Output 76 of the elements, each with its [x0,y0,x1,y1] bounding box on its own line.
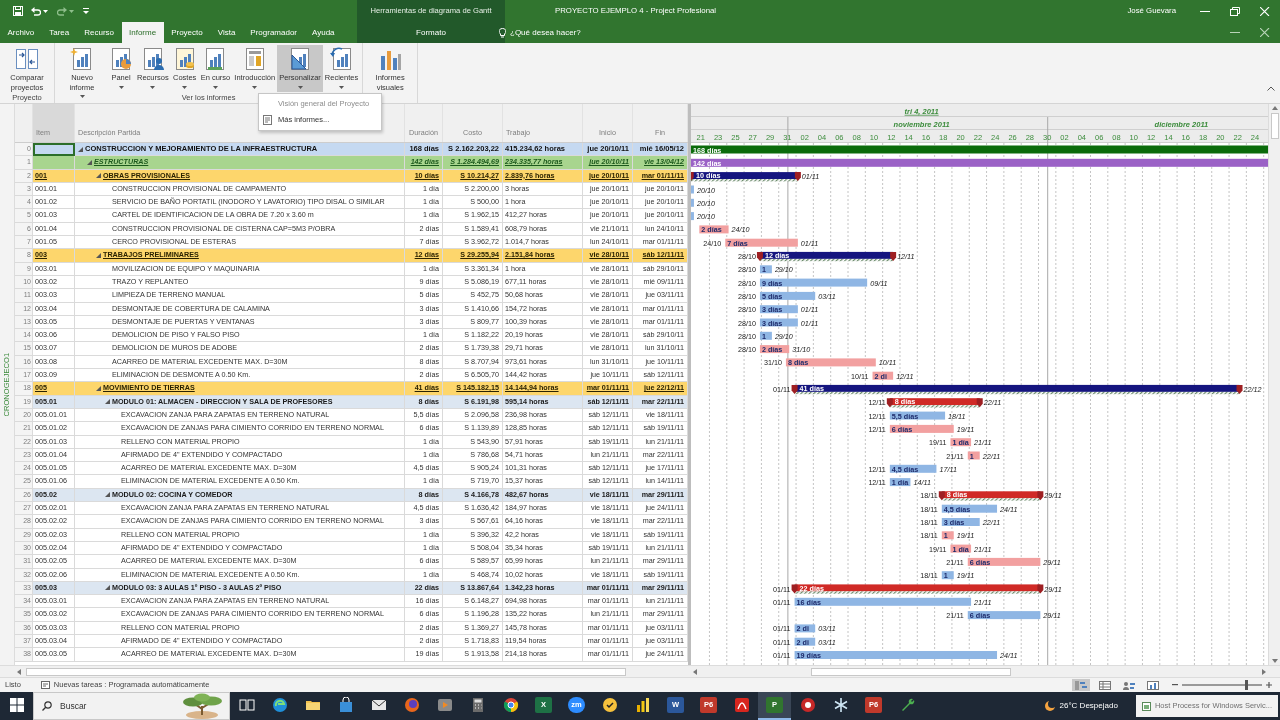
restore-icon [1230,6,1240,16]
four-squares-icon [9,698,24,712]
column-chart-icon [634,697,651,713]
collapse-triangle-icon[interactable] [87,159,92,165]
fox-globe-icon [403,697,420,713]
view-button[interactable] [1144,679,1162,691]
scroll-left-icon[interactable] [693,668,697,675]
item-code-cell[interactable] [33,143,75,157]
scroll-thumb[interactable] [811,667,1011,676]
customize-caret-icon[interactable] [83,8,89,14]
save-icon[interactable] [13,6,23,16]
project-bar[interactable] [691,145,1268,154]
scroll-up-icon[interactable] [1271,106,1278,110]
caret-icon[interactable] [69,9,74,13]
collapse-triangle-icon[interactable] [96,253,101,258]
check-circle-icon [601,697,618,713]
scroll-left-icon[interactable] [17,668,21,675]
task-mode-icon[interactable] [40,681,50,689]
view-button[interactable] [1096,679,1114,691]
snowflake-icon [832,697,849,713]
scroll-thumb[interactable] [1270,113,1279,139]
pdf-icon [733,697,750,713]
window-icon [1141,701,1151,711]
ribbon-tab[interactable]: Recurso [76,22,122,43]
collapse-triangle-icon[interactable] [105,399,110,405]
tree-icon [180,693,224,719]
ribbon-tab[interactable]: Archivo [0,22,42,43]
shopping-bag-icon [337,697,354,713]
redo-icon[interactable] [57,6,67,16]
ribbon-tab[interactable]: Ayuda [304,22,343,43]
ribbon-tab[interactable]: Proyecto [163,22,211,43]
undo-icon[interactable] [31,6,41,16]
compare-documents-icon [15,47,39,71]
record-circle-icon [799,697,816,713]
swirl-circle-icon [271,697,288,713]
ribbon-tab[interactable]: Informe [121,22,164,43]
report-pie-icon [109,47,133,71]
document-icon [263,115,272,125]
collapse-triangle-icon[interactable] [96,173,101,179]
collapse-triangle-icon[interactable] [105,585,110,591]
ribbon-tab[interactable]: Vista [210,22,243,43]
ribbon-tab[interactable]: Programador [242,22,305,43]
zoom-in-button[interactable] [1266,679,1272,691]
lightbulb-icon [499,27,506,38]
tell-me-field[interactable]: ¿Qué desea hacer? [510,26,600,39]
phase-bar[interactable] [691,158,1268,167]
play-icon [436,697,453,713]
envelope-icon [370,697,387,713]
slider-thumb[interactable] [1244,680,1248,690]
view-button[interactable] [1120,679,1138,691]
ribbon-tab[interactable]: Tarea [41,22,77,43]
collapse-triangle-icon[interactable] [96,386,101,391]
report-sparkle-icon [70,47,94,71]
collapse-triangle-icon[interactable] [78,146,83,152]
scroll-down-icon[interactable] [1271,659,1278,663]
item-code-cell[interactable] [33,156,75,170]
vertical-scrollbar[interactable] [1268,104,1280,665]
collapse-triangle-icon[interactable] [105,492,110,498]
team-planner-icon [1123,680,1135,690]
segmented-circle-icon [502,697,519,713]
task-view-icon [238,697,255,713]
gantt-view-icon [1075,680,1087,690]
search-icon [42,701,52,711]
report-ruler-icon [288,47,312,71]
scroll-thumb[interactable] [26,667,626,676]
close-icon [1260,6,1270,16]
view-button[interactable] [1072,679,1090,691]
minus-icon [1172,684,1178,687]
chevron-up-icon [1267,86,1275,92]
moon-icon[interactable] [1043,700,1056,712]
close-icon [1260,28,1270,37]
caret-icon[interactable] [43,9,48,13]
horizontal-scrollbar[interactable] [691,666,1268,677]
plus-icon [1266,682,1272,689]
weather-text[interactable]: 26°C Despejado [1059,700,1118,712]
scroll-right-icon[interactable] [1262,668,1266,675]
